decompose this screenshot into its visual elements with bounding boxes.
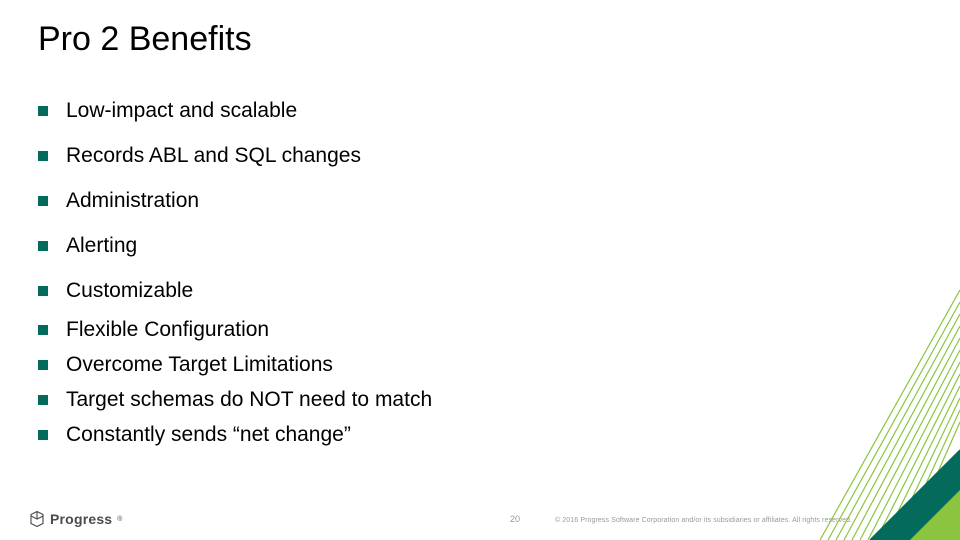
list-item: Target schemas do NOT need to match xyxy=(38,389,432,410)
slide-title: Pro 2 Benefits xyxy=(38,20,252,59)
progress-logo-icon xyxy=(28,510,46,528)
list-item: Alerting xyxy=(38,235,432,256)
list-item: Constantly sends “net change” xyxy=(38,424,432,445)
list-item: Customizable xyxy=(38,280,432,301)
logo-text: Progress xyxy=(50,511,112,527)
list-item: Administration xyxy=(38,190,432,211)
list-item: Flexible Configuration xyxy=(38,319,432,340)
bullet-list: Low-impact and scalable Records ABL and … xyxy=(38,100,432,445)
bullet-text: Overcome Target Limitations xyxy=(66,354,333,375)
bullet-text: Alerting xyxy=(66,235,137,256)
bullet-text: Low-impact and scalable xyxy=(66,100,297,121)
registered-mark: ® xyxy=(117,516,122,523)
bullet-text: Customizable xyxy=(66,280,193,301)
bullet-text: Administration xyxy=(66,190,199,211)
square-bullet-icon xyxy=(38,360,48,370)
progress-logo: Progress ® xyxy=(28,510,122,528)
square-bullet-icon xyxy=(38,106,48,116)
bullet-text: Records ABL and SQL changes xyxy=(66,145,361,166)
list-item: Records ABL and SQL changes xyxy=(38,145,432,166)
slide: Pro 2 Benefits Low-impact and scalable R… xyxy=(0,0,960,540)
square-bullet-icon xyxy=(38,196,48,206)
square-bullet-icon xyxy=(38,286,48,296)
bullet-text: Target schemas do NOT need to match xyxy=(66,389,432,410)
list-item: Low-impact and scalable xyxy=(38,100,432,121)
page-number: 20 xyxy=(510,514,520,524)
bullet-text: Flexible Configuration xyxy=(66,319,269,340)
decorative-lines-icon xyxy=(760,290,960,540)
square-bullet-icon xyxy=(38,430,48,440)
bullet-text: Constantly sends “net change” xyxy=(66,424,351,445)
square-bullet-icon xyxy=(38,395,48,405)
square-bullet-icon xyxy=(38,325,48,335)
copyright-text: © 2016 Progress Software Corporation and… xyxy=(555,517,852,524)
square-bullet-icon xyxy=(38,241,48,251)
list-item: Overcome Target Limitations xyxy=(38,354,432,375)
slide-footer: Progress ® 20 © 2016 Progress Software C… xyxy=(0,504,960,528)
square-bullet-icon xyxy=(38,151,48,161)
